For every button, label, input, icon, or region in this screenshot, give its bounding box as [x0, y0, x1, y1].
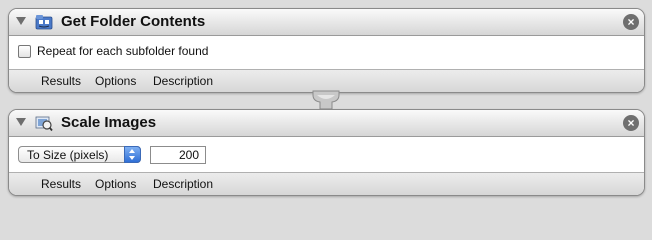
close-action-button[interactable]: ×	[623, 14, 639, 30]
close-action-button[interactable]: ×	[623, 115, 639, 131]
action-get-folder-contents[interactable]: Get Folder Contents × Repeat for each su…	[8, 8, 645, 93]
action-options-panel: To Size (pixels)	[9, 137, 644, 171]
tab-description[interactable]: Description	[153, 177, 213, 191]
scale-mode-value: To Size (pixels)	[27, 148, 109, 162]
action-connector-icon	[312, 90, 340, 110]
finder-folder-icon	[35, 15, 53, 30]
action-titlebar[interactable]: Scale Images ×	[9, 110, 644, 137]
tab-results[interactable]: Results	[41, 74, 81, 88]
disclosure-triangle-icon[interactable]	[16, 118, 26, 126]
action-scale-images[interactable]: Scale Images × To Size (pixels) Results …	[8, 109, 645, 196]
workflow-canvas: Get Folder Contents × Repeat for each su…	[0, 0, 652, 203]
action-title: Scale Images	[61, 114, 157, 131]
tab-options[interactable]: Options	[95, 74, 136, 88]
tab-description[interactable]: Description	[153, 74, 213, 88]
tab-options[interactable]: Options	[95, 177, 136, 191]
repeat-subfolders-option[interactable]: Repeat for each subfolder found	[18, 44, 208, 58]
scale-size-input[interactable]	[150, 146, 206, 164]
popup-arrows-icon[interactable]	[124, 146, 141, 163]
action-titlebar[interactable]: Get Folder Contents ×	[9, 9, 644, 36]
preview-image-icon	[35, 116, 53, 132]
action-footer: Results Options Description	[9, 172, 644, 195]
action-title: Get Folder Contents	[61, 13, 206, 30]
action-options-panel: Repeat for each subfolder found	[9, 36, 644, 68]
tab-results[interactable]: Results	[41, 177, 81, 191]
repeat-subfolders-label: Repeat for each subfolder found	[37, 44, 209, 58]
repeat-subfolders-checkbox[interactable]	[18, 44, 31, 58]
scale-mode-popup[interactable]: To Size (pixels)	[18, 146, 141, 163]
disclosure-triangle-icon[interactable]	[16, 17, 26, 25]
